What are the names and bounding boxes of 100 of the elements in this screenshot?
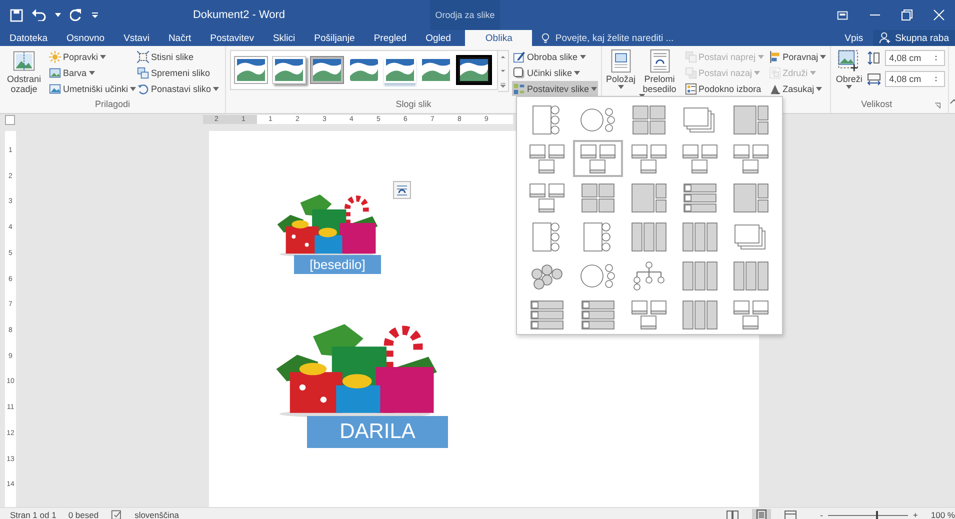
ribbon-command[interactable]: Postavitev slike bbox=[512, 81, 598, 96]
picture-style-thumbnail[interactable] bbox=[348, 57, 380, 83]
compress-icon bbox=[137, 50, 149, 62]
lightbulb-icon bbox=[540, 32, 552, 44]
ribbon-command[interactable]: Popravki bbox=[48, 49, 132, 64]
picture-style-thumbnail[interactable] bbox=[456, 55, 492, 85]
layout-diagram-icon bbox=[680, 220, 720, 252]
caret-icon bbox=[591, 86, 597, 90]
crop-button[interactable]: Obreži bbox=[835, 49, 864, 89]
tab-selector-icon[interactable] bbox=[5, 114, 15, 124]
person-icon bbox=[879, 32, 892, 44]
sign-in-link[interactable]: Vpis bbox=[844, 30, 864, 46]
width-icon bbox=[867, 72, 882, 86]
ribbon-tab[interactable]: Postavitev bbox=[200, 30, 264, 46]
caret-icon bbox=[754, 70, 760, 74]
layout-diagram-icon bbox=[680, 260, 720, 292]
ribbon-command[interactable]: Umetniški učinki bbox=[48, 81, 132, 96]
group-label: Velikost bbox=[861, 99, 892, 111]
picture-style-thumbnail[interactable] bbox=[420, 57, 452, 83]
customize-icon[interactable] bbox=[91, 11, 99, 19]
layout-diagram-icon bbox=[731, 260, 771, 292]
sun-icon bbox=[49, 50, 61, 62]
picture-style-thumbnail[interactable] bbox=[384, 57, 416, 83]
layout-diagram-icon bbox=[527, 182, 567, 214]
language-label[interactable]: slovenščina bbox=[134, 510, 179, 519]
height-icon bbox=[867, 51, 882, 65]
layout-diagram-icon bbox=[629, 142, 669, 174]
ribbon-tab[interactable]: Oblika bbox=[465, 30, 532, 46]
restore-icon[interactable] bbox=[901, 9, 913, 21]
tell-me-field[interactable]: Povejte, kaj želite narediti ... bbox=[540, 30, 674, 46]
layout-icon bbox=[512, 82, 525, 94]
page-count[interactable]: Stran 1 od 1 bbox=[10, 510, 56, 519]
contextual-tab-header: Orodja za slike bbox=[430, 0, 500, 30]
send-backward-icon bbox=[684, 66, 697, 78]
zoom-slider-thumb[interactable] bbox=[876, 510, 878, 519]
layout-diagram-icon bbox=[629, 298, 669, 330]
caret-icon bbox=[810, 70, 816, 74]
caret-icon bbox=[758, 54, 764, 58]
ribbon-tab[interactable]: Pošiljanje bbox=[304, 30, 364, 46]
layout-diagram-icon bbox=[629, 220, 669, 252]
undo-icon[interactable] bbox=[32, 9, 46, 21]
ribbon-tab[interactable]: Osnovno bbox=[57, 30, 114, 46]
close-icon[interactable] bbox=[933, 9, 945, 21]
remove-background-button[interactable]: Odstrani ozadje bbox=[4, 49, 44, 94]
redo-icon[interactable] bbox=[70, 9, 82, 21]
ribbon-command[interactable]: Podokno izbora bbox=[684, 81, 765, 96]
layout-diagram-icon bbox=[629, 182, 669, 214]
position-icon bbox=[610, 49, 632, 73]
layout-options-icon[interactable] bbox=[393, 181, 411, 199]
ribbon-tab[interactable]: Vstavi bbox=[114, 30, 159, 46]
ribbon-tab[interactable]: Datoteka bbox=[0, 30, 58, 46]
layout-diagram-icon bbox=[578, 142, 618, 174]
picture-style-thumbnail[interactable] bbox=[234, 56, 268, 84]
caption-box: DARILA bbox=[307, 416, 448, 448]
caret-icon bbox=[55, 13, 61, 17]
print-view-icon[interactable] bbox=[752, 508, 772, 519]
word-count[interactable]: 0 besed bbox=[68, 510, 99, 519]
ribbon-command[interactable]: Spremeni sliko bbox=[136, 65, 220, 80]
reset-icon bbox=[137, 82, 149, 94]
layout-diagram-icon bbox=[527, 142, 567, 174]
layout-diagram-icon bbox=[680, 142, 720, 174]
ribbon-tab[interactable]: Sklici bbox=[263, 30, 305, 46]
ribbon-command[interactable]: Zasukaj bbox=[768, 81, 828, 96]
zoom-out-button[interactable]: - bbox=[820, 510, 823, 519]
ribbon-command[interactable]: Obroba slike bbox=[512, 49, 598, 64]
caret-icon bbox=[816, 86, 822, 90]
ribbon-command[interactable]: Učinki slike bbox=[512, 65, 598, 80]
layout-diagram-icon bbox=[731, 142, 771, 174]
dialog-launcher-icon bbox=[933, 101, 944, 111]
rotate-icon bbox=[768, 82, 781, 94]
caption-box: [besedilo] bbox=[294, 255, 381, 274]
caret-icon bbox=[820, 54, 826, 58]
caret-icon bbox=[580, 54, 586, 58]
ribbon-command[interactable]: Ponastavi sliko bbox=[136, 81, 220, 96]
group-icon bbox=[768, 66, 781, 78]
ribbon-tab[interactable]: Načrt bbox=[158, 30, 201, 46]
layout-diagram-icon bbox=[731, 104, 771, 136]
image-icon bbox=[49, 82, 61, 94]
zoom-level[interactable]: 100 % bbox=[930, 510, 955, 519]
ribbon-command[interactable]: Stisni slike bbox=[136, 49, 220, 64]
ribbon-tab[interactable]: Pregled bbox=[364, 30, 416, 46]
wrap-text-icon bbox=[648, 49, 671, 73]
proofing-icon bbox=[110, 509, 123, 519]
image-swap-icon bbox=[137, 66, 149, 78]
caret-icon bbox=[130, 86, 136, 90]
ribbon-display-icon bbox=[836, 8, 849, 22]
picture-style-thumbnail[interactable] bbox=[310, 56, 344, 84]
effects-icon bbox=[512, 66, 525, 78]
image-icon bbox=[49, 66, 61, 78]
zoom-in-button[interactable]: + bbox=[912, 510, 918, 519]
share-button[interactable]: Skupna raba bbox=[873, 30, 955, 46]
window-title: Dokument2 - Word bbox=[192, 9, 286, 21]
height-field[interactable]: 4,08 cm bbox=[885, 50, 946, 66]
ribbon-tab[interactable]: Ogled bbox=[416, 30, 460, 46]
width-field[interactable]: 4,08 cm bbox=[885, 71, 946, 87]
ribbon-command[interactable]: Barva bbox=[48, 65, 132, 80]
position-button[interactable]: Položaj bbox=[606, 49, 636, 89]
bring-forward-icon bbox=[684, 50, 697, 62]
ribbon-command[interactable]: Poravnaj bbox=[768, 49, 828, 64]
layout-option[interactable] bbox=[573, 140, 623, 177]
